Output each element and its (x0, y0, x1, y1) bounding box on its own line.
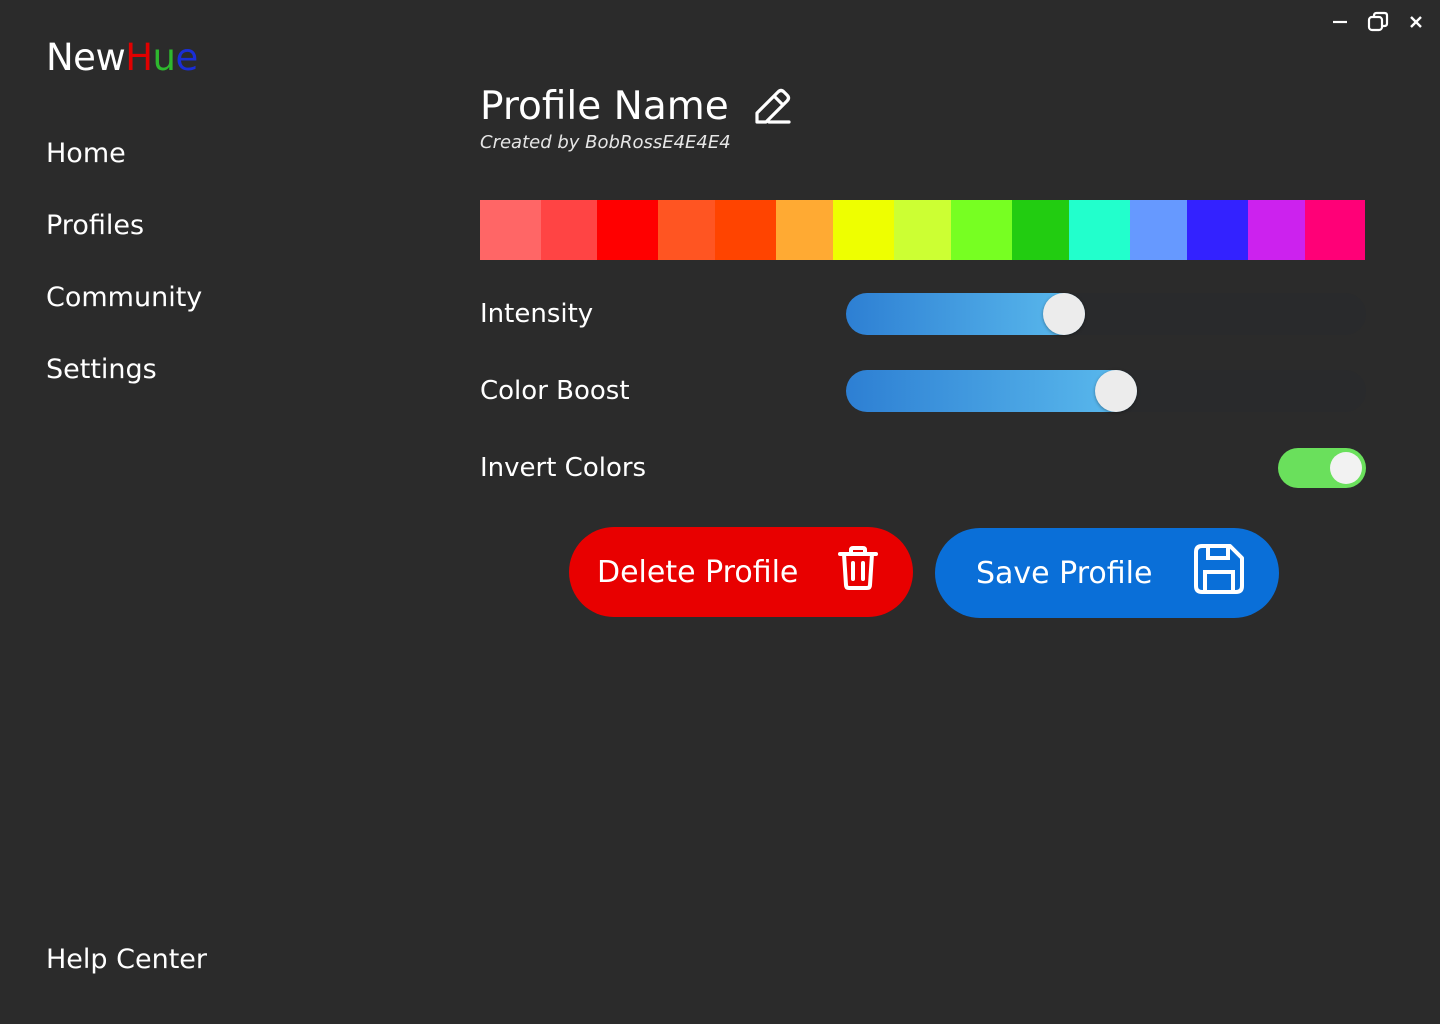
intensity-slider[interactable] (846, 293, 1366, 335)
color-boost-row: Color Boost (480, 370, 1366, 412)
intensity-row: Intensity (480, 293, 1366, 335)
save-label: Save Profile (976, 555, 1153, 591)
profile-editor: Profile Name Created by BobRossE4E4E4 In… (480, 80, 1366, 618)
palette-swatch[interactable] (597, 200, 658, 260)
palette-swatch[interactable] (541, 200, 597, 260)
invert-row: Invert Colors (480, 447, 1366, 489)
floppy-disk-icon (1193, 543, 1245, 603)
palette-swatch[interactable] (658, 200, 715, 260)
profile-creator: Created by BobRossE4E4E4 (480, 132, 731, 153)
pencil-icon[interactable] (749, 83, 795, 129)
sidebar-nav: Home Profiles Community Settings (46, 136, 202, 424)
invert-toggle[interactable] (1278, 448, 1366, 488)
help-center-link[interactable]: Help Center (46, 944, 207, 975)
minimize-icon[interactable] (1328, 10, 1352, 34)
logo-part: e (175, 36, 198, 79)
palette-swatch[interactable] (833, 200, 894, 260)
slider-fill (846, 370, 1137, 412)
palette-swatch[interactable] (480, 200, 541, 260)
palette-swatch[interactable] (1305, 200, 1365, 260)
palette-swatch[interactable] (951, 200, 1012, 260)
intensity-label: Intensity (480, 299, 594, 329)
color-boost-label: Color Boost (480, 376, 630, 406)
sidebar-item-profiles[interactable]: Profiles (46, 208, 202, 280)
title-row: Profile Name (480, 80, 1366, 132)
toggle-knob (1330, 452, 1362, 484)
palette-swatch[interactable] (894, 200, 951, 260)
logo-part: u (152, 36, 176, 79)
palette-swatch[interactable] (1069, 200, 1130, 260)
palette-swatch[interactable] (1012, 200, 1069, 260)
trash-icon (833, 543, 883, 601)
app-logo: NewHue (46, 36, 198, 79)
color-palette (480, 200, 1365, 260)
palette-swatch[interactable] (1130, 200, 1187, 260)
sidebar-item-home[interactable]: Home (46, 136, 202, 208)
palette-swatch[interactable] (715, 200, 776, 260)
window-controls (1328, 10, 1428, 34)
save-profile-button[interactable]: Save Profile (935, 528, 1279, 618)
sidebar-item-community[interactable]: Community (46, 280, 202, 352)
sidebar-item-settings[interactable]: Settings (46, 352, 202, 424)
restore-icon[interactable] (1366, 10, 1390, 34)
logo-part: New (46, 36, 126, 79)
slider-knob[interactable] (1043, 293, 1085, 335)
invert-label: Invert Colors (480, 453, 647, 483)
palette-swatch[interactable] (1248, 200, 1305, 260)
profile-name-title: Profile Name (480, 83, 729, 129)
palette-swatch[interactable] (1187, 200, 1248, 260)
delete-label: Delete Profile (597, 554, 799, 590)
delete-profile-button[interactable]: Delete Profile (569, 527, 913, 617)
logo-part: H (125, 36, 153, 79)
color-boost-slider[interactable] (846, 370, 1366, 412)
slider-knob[interactable] (1095, 370, 1137, 412)
close-icon[interactable] (1404, 10, 1428, 34)
palette-swatch[interactable] (776, 200, 833, 260)
